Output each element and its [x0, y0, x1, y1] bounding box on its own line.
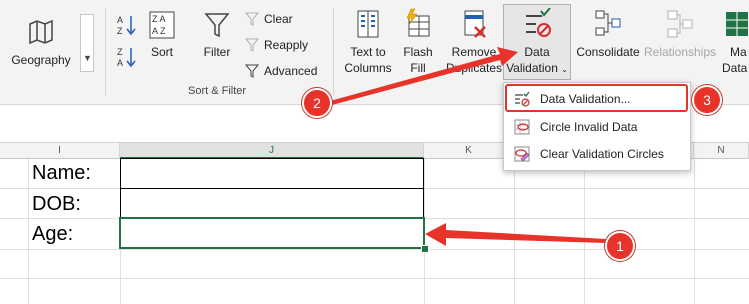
relationships-button[interactable]: Relationships [644, 8, 716, 60]
manage-label-1: Ma [730, 45, 747, 59]
geography-label: Geography [11, 53, 71, 67]
data-validation-label-2: Validation [506, 61, 558, 75]
reapply-icon [244, 38, 260, 52]
remove-duplicates-button[interactable]: Remove Duplicates [444, 8, 504, 76]
chevron-down-icon: ⌄ [561, 65, 568, 74]
geography-scroll[interactable]: ▼ [80, 14, 94, 72]
text-to-columns-label-2: Columns [344, 61, 392, 75]
name-label-cell: Name: [32, 162, 91, 184]
dob-input-cell[interactable] [120, 188, 424, 219]
sort-filter-group-label: Sort & Filter [188, 85, 247, 97]
filter-icon [204, 13, 230, 38]
menu-item-clear-validation-circles[interactable]: Clear Validation Circles [504, 141, 690, 167]
clear-circles-icon [514, 146, 530, 162]
data-model-icon [726, 12, 748, 36]
flash-fill-label-1: Flash [403, 45, 433, 59]
data-validation-content: Data Validation ⌄ [503, 8, 571, 78]
text-to-columns-icon [357, 10, 379, 38]
filter-label: Filter [203, 45, 231, 59]
svg-text:Z A: Z A [152, 14, 166, 24]
remove-duplicates-label-1: Remove [451, 45, 497, 59]
map-icon [29, 19, 53, 45]
column-header-n[interactable]: N [694, 143, 749, 159]
data-validation-label-1: Data [524, 45, 550, 59]
age-input-cell-selected[interactable] [119, 217, 425, 249]
manage-data-model-button[interactable]: Ma Data [722, 8, 749, 76]
advanced-label: Advanced [264, 64, 318, 78]
data-validation-icon [526, 8, 551, 37]
menu-item-clear-validation-circles-label: Clear Validation Circles [540, 147, 664, 161]
remove-duplicates-label-2: Duplicates [445, 61, 503, 75]
reapply-button[interactable]: Reapply [244, 37, 308, 53]
geography-button[interactable]: Geography [8, 18, 74, 68]
consolidate-label: Consolidate [576, 45, 640, 59]
menu-item-circle-invalid-data-label: Circle Invalid Data [540, 120, 638, 134]
svg-text:A: A [117, 15, 123, 25]
relationships-label: Relationships [643, 45, 717, 59]
badge-2: 2 [302, 88, 332, 118]
age-label-cell: Age: [32, 223, 74, 245]
flash-fill-icon [406, 8, 430, 37]
column-header-k[interactable]: K [424, 143, 514, 159]
sort-za-button[interactable]: ZA [117, 46, 137, 73]
data-validation-label-row: Validation ⌄ [506, 60, 568, 78]
svg-text:Z: Z [117, 47, 123, 57]
clear-button[interactable]: Clear [244, 11, 293, 27]
sort-za-icon: ZA [117, 47, 136, 68]
fill-handle[interactable] [421, 245, 429, 253]
consolidate-button[interactable]: Consolidate [574, 8, 642, 60]
clear-filter-icon [244, 12, 260, 26]
advanced-filter-icon [244, 64, 260, 78]
svg-text:A: A [117, 58, 123, 68]
text-to-columns-label-1: Text to [350, 45, 386, 59]
name-input-cell[interactable] [120, 158, 424, 189]
sort-az-button[interactable]: AZ [117, 14, 137, 41]
clear-label: Clear [264, 12, 293, 26]
circle-invalid-icon [514, 119, 530, 135]
consolidate-icon [595, 10, 621, 36]
svg-text:A Z: A Z [152, 26, 166, 36]
filter-button[interactable]: Filter [198, 10, 236, 60]
sort-az-icon: AZ [117, 15, 136, 36]
reapply-label: Reapply [264, 38, 309, 52]
advanced-button[interactable]: Advanced [244, 63, 317, 79]
flash-fill-button[interactable]: Flash Fill [398, 8, 438, 76]
menu-highlight-box [505, 84, 688, 112]
svg-text:Z: Z [117, 26, 123, 36]
sort-dialog-icon: Z A A Z [149, 11, 175, 39]
manage-label-2: Data [722, 61, 748, 75]
text-to-columns-button[interactable]: Text to Columns [340, 8, 396, 76]
sort-button[interactable]: Z A A Z Sort [144, 10, 180, 60]
badge-1: 1 [605, 231, 635, 261]
column-header-i[interactable]: I [0, 143, 120, 159]
menu-item-circle-invalid-data[interactable]: Circle Invalid Data [504, 114, 690, 140]
flash-fill-label-2: Fill [410, 61, 426, 75]
column-header-j[interactable]: J [120, 143, 424, 159]
badge-3: 3 [692, 85, 722, 115]
relationships-icon [667, 10, 693, 38]
dob-label-cell: DOB: [32, 193, 81, 215]
sort-label: Sort [150, 45, 173, 59]
remove-duplicates-icon [464, 10, 486, 38]
